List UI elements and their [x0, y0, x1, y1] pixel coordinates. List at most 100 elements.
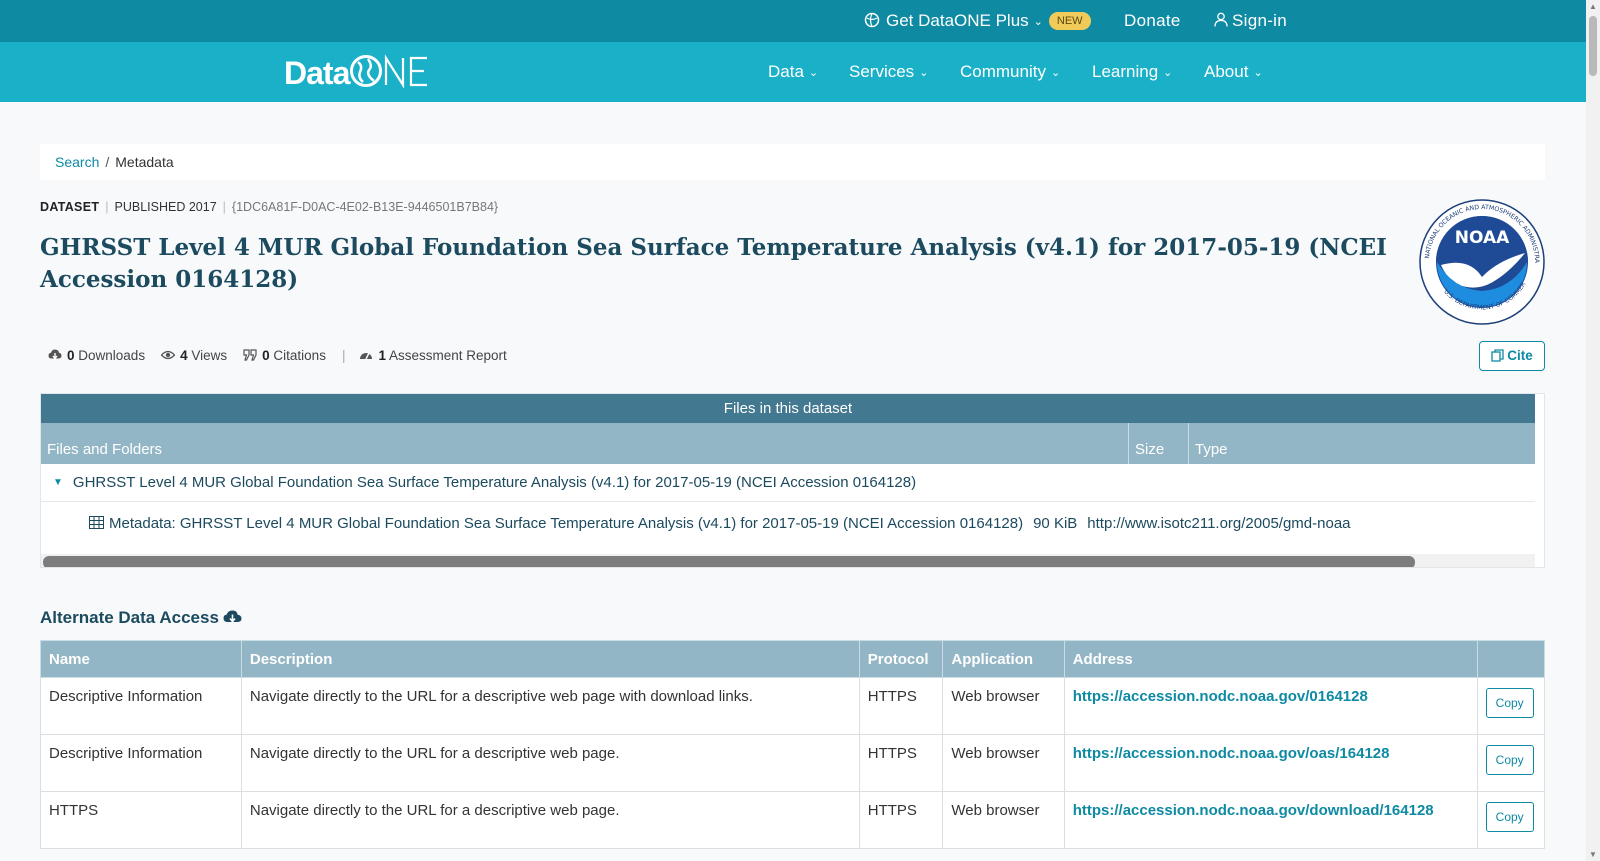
dataone-logo[interactable]: Data: [284, 54, 431, 91]
assessment-stat[interactable]: 1 Assessment Report: [359, 348, 507, 363]
stats-divider: |: [341, 348, 346, 363]
scroll-up-icon[interactable]: ▲: [1589, 2, 1597, 11]
row-description: Navigate directly to the URL for a descr…: [240, 791, 860, 849]
file-name[interactable]: Metadata: GHRSST Level 4 MUR Global Foun…: [109, 515, 1023, 532]
published-label: PUBLISHED 2017: [114, 200, 217, 214]
alternate-access-table: Name Description Protocol Application Ad…: [40, 640, 1546, 849]
noaa-logo-name: NOAA: [1455, 228, 1510, 248]
column-description: Description: [240, 640, 860, 678]
column-size[interactable]: Size: [1129, 423, 1189, 464]
page-scrollbar[interactable]: ▲ ▼: [1586, 0, 1600, 861]
row-protocol: HTTPS: [858, 791, 944, 849]
row-name: Descriptive Information: [40, 677, 242, 735]
row-address-cell: https://accession.nodc.noaa.gov/download…: [1063, 791, 1478, 849]
copy-button[interactable]: Copy: [1485, 688, 1534, 718]
downloads-count: 0: [67, 348, 75, 363]
scrollbar-thumb[interactable]: [1589, 16, 1597, 76]
dataset-type-label: DATASET: [40, 200, 100, 214]
globe-icon: [864, 12, 880, 28]
cite-button[interactable]: Cite: [1479, 341, 1545, 371]
scrollbar-thumb[interactable]: [43, 556, 1415, 567]
column-protocol: Protocol: [858, 640, 944, 678]
logo-ne-glyphs: [385, 54, 428, 88]
column-application: Application: [942, 640, 1065, 678]
main-navbar: Data Data ⌄ Services ⌄ Community ⌄ Learning…: [0, 42, 1586, 102]
get-dataone-plus-label: Get DataONE Plus: [886, 11, 1029, 30]
row-name: Descriptive Information: [40, 734, 242, 792]
row-copy-cell: Copy: [1476, 677, 1546, 735]
address-link[interactable]: https://accession.nodc.noaa.gov/download…: [1073, 802, 1434, 819]
table-icon: [89, 516, 104, 529]
copy-icon: [1491, 349, 1504, 362]
dataset-meta-line: DATASET | PUBLISHED 2017 | {1DC6A81F-D0AC-4E…: [40, 200, 498, 214]
nav-data[interactable]: Data ⌄: [768, 42, 818, 102]
row-copy-cell: Copy: [1476, 734, 1546, 792]
row-copy-cell: Copy: [1476, 791, 1546, 849]
nav-about-label: About: [1204, 62, 1249, 81]
chevron-down-icon: ⌄: [919, 67, 929, 79]
file-row[interactable]: Metadata: GHRSST Level 4 MUR Global Foun…: [41, 502, 1535, 546]
meta-divider: |: [105, 200, 109, 214]
files-column-headers: Files and Folders Size Type: [41, 423, 1535, 464]
nav-community-label: Community: [960, 62, 1046, 81]
nav-about[interactable]: About ⌄: [1204, 42, 1263, 102]
globe-logo-icon: [350, 55, 383, 87]
table-row: Descriptive Information Navigate directl…: [40, 734, 1546, 792]
column-name: Name: [40, 640, 242, 678]
column-copy: [1476, 640, 1546, 678]
citations-stat: 0 Citations: [243, 348, 326, 363]
breadcrumb: Search / Metadata: [40, 144, 1545, 180]
nav-community[interactable]: Community ⌄: [960, 42, 1060, 102]
table-row: Descriptive Information Navigate directl…: [40, 677, 1546, 735]
files-horizontal-scrollbar[interactable]: [41, 554, 1535, 567]
address-link[interactable]: https://accession.nodc.noaa.gov/oas/1641…: [1073, 745, 1390, 762]
assessment-count: 1: [378, 348, 386, 363]
file-size: 90 KiB: [1033, 515, 1078, 532]
copy-button[interactable]: Copy: [1485, 802, 1534, 832]
dataset-identifier: {1DC6A81F-D0AC-4E02-B13E-9446501B7B84}: [231, 200, 499, 214]
files-table: Files in this dataset Files and Folders …: [40, 393, 1545, 568]
row-address-cell: https://accession.nodc.noaa.gov/oas/1641…: [1063, 734, 1478, 792]
nav-services[interactable]: Services ⌄: [849, 42, 928, 102]
address-link[interactable]: https://accession.nodc.noaa.gov/0164128: [1073, 688, 1368, 705]
chevron-down-icon: ⌄: [1050, 67, 1061, 79]
scroll-down-icon[interactable]: ▼: [1589, 850, 1597, 859]
chevron-down-icon: ⌄: [1253, 67, 1263, 79]
views-stat: 4 Views: [161, 348, 227, 363]
row-description: Navigate directly to the URL for a descr…: [240, 677, 860, 735]
row-protocol: HTTPS: [858, 734, 944, 792]
alternate-heading-label: Alternate Data Access: [40, 608, 219, 627]
citations-label: Citations: [273, 348, 326, 363]
chevron-down-icon: ⌄: [1033, 16, 1043, 28]
gauge-icon: [360, 352, 373, 360]
nav-learning[interactable]: Learning ⌄: [1092, 42, 1172, 102]
folder-row[interactable]: ▼ GHRSST Level 4 MUR Global Foundation Se…: [41, 464, 1535, 502]
folder-name: GHRSST Level 4 MUR Global Foundation Sea…: [72, 474, 917, 491]
downloads-stat: 0 Downloads: [48, 348, 145, 363]
breadcrumb-current: Metadata: [115, 154, 174, 170]
row-application: Web browser: [942, 791, 1065, 849]
alternate-table-header-row: Name Description Protocol Application Ad…: [40, 640, 1546, 678]
noaa-logo: NOAA NATIONAL OCEANIC AND ATMOSPHERIC AD…: [1419, 199, 1545, 325]
nav-data-label: Data: [768, 62, 804, 81]
meta-divider: |: [222, 200, 226, 214]
breadcrumb-search-link[interactable]: Search: [55, 154, 99, 170]
eye-icon: [161, 350, 176, 360]
caret-down-icon[interactable]: ▼: [53, 464, 63, 502]
column-files-and-folders[interactable]: Files and Folders: [41, 423, 1129, 464]
downloads-label: Downloads: [78, 348, 146, 363]
table-row: HTTPS Navigate directly to the URL for a…: [40, 791, 1546, 849]
donate-link[interactable]: Donate: [1124, 0, 1181, 42]
row-name: HTTPS: [40, 791, 242, 849]
chevron-down-icon: ⌄: [808, 67, 819, 79]
cloud-download-icon: [48, 349, 62, 360]
column-type[interactable]: Type: [1189, 423, 1535, 464]
user-icon: [1214, 12, 1228, 27]
copy-button[interactable]: Copy: [1485, 745, 1534, 775]
new-badge: NEW: [1048, 12, 1091, 30]
top-utility-bar: Get DataONE Plus ⌄ NEW Donate Sign-in: [0, 0, 1586, 42]
row-application: Web browser: [942, 734, 1065, 792]
row-description: Navigate directly to the URL for a descr…: [240, 734, 860, 792]
get-dataone-plus-link[interactable]: Get DataONE Plus ⌄ NEW: [864, 0, 1091, 42]
sign-in-link[interactable]: Sign-in: [1214, 0, 1287, 42]
